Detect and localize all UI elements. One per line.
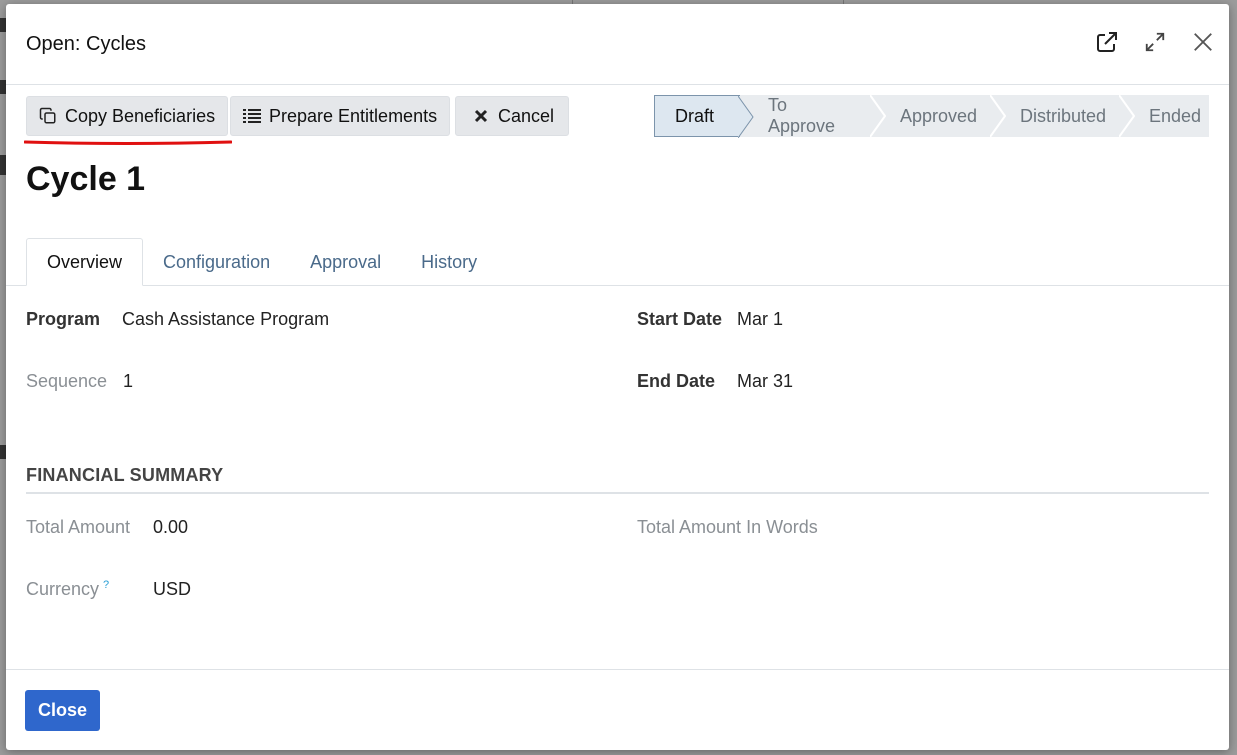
expand-icon[interactable] <box>1143 30 1167 54</box>
list-icon <box>243 107 261 125</box>
cancel-label: Cancel <box>498 105 555 126</box>
copy-icon <box>39 107 57 125</box>
sequence-value: 1 <box>123 371 134 391</box>
total-amount-value: 0.00 <box>153 517 189 537</box>
status-toolbar: Copy Beneficiaries Prepare Entitlements <box>6 86 1229 145</box>
close-icon[interactable] <box>1191 30 1215 54</box>
tab-bar: Overview Configuration Approval History <box>6 238 1229 286</box>
stage-label: To Approve <box>768 95 836 136</box>
prepare-entitlements-label: Prepare Entitlements <box>269 105 438 126</box>
currency-label: Currency <box>26 579 100 599</box>
financial-summary-title: FINANCIAL SUMMARY <box>26 465 224 485</box>
stage-label: Draft <box>675 105 715 126</box>
dialog-footer: Close <box>6 669 1229 750</box>
field-total-amount: Total Amount 0.00 <box>26 517 188 538</box>
program-label: Program <box>26 309 101 329</box>
field-end-date: End Date Mar 31 <box>637 371 793 392</box>
currency-label-wrap: Currency? <box>26 579 153 600</box>
x-icon <box>472 107 490 125</box>
dialog-header: Open: Cycles <box>6 4 1229 85</box>
stage-chevron <box>870 95 886 137</box>
external-link-icon[interactable] <box>1095 30 1119 54</box>
close-button[interactable]: Close <box>25 690 101 731</box>
stage-approved[interactable]: Approved <box>872 95 1006 137</box>
currency-value[interactable]: USD <box>153 579 191 600</box>
field-total-words: Total Amount In Words <box>637 517 818 538</box>
copy-beneficiaries-button[interactable]: Copy Beneficiaries <box>26 96 229 136</box>
header-icons <box>1095 30 1215 54</box>
start-date-value[interactable]: Mar 1 <box>737 309 783 330</box>
record-title: Cycle 1 <box>26 160 146 198</box>
annotation-underline <box>24 140 232 145</box>
dialog: Open: Cycles Copy Beneficiaries Prepare … <box>6 4 1229 750</box>
sequence-label: Sequence <box>26 371 108 391</box>
stage-chevron <box>1119 95 1135 137</box>
dialog-title: Open: Cycles <box>26 32 147 55</box>
stage-label: Approved <box>900 105 978 126</box>
end-date-label: End Date <box>637 371 716 391</box>
stage-label: Distributed <box>1020 105 1107 126</box>
stage-label: Ended <box>1149 105 1202 126</box>
tab-approval[interactable]: Approval <box>290 238 401 286</box>
tab-configuration[interactable]: Configuration <box>143 238 290 286</box>
total-amount-label: Total Amount <box>26 517 131 537</box>
help-icon[interactable]: ? <box>103 579 109 591</box>
field-program: Program Cash Assistance Program <box>26 309 329 330</box>
tab-overview[interactable]: Overview <box>26 238 144 286</box>
stage-chevron <box>738 96 754 138</box>
field-sequence: Sequence 1 <box>26 371 133 392</box>
start-date-label: Start Date <box>637 309 723 329</box>
field-currency: Currency? USD <box>26 579 191 600</box>
stage-distributed[interactable]: Distributed <box>992 95 1135 137</box>
total-words-label: Total Amount In Words <box>637 517 818 537</box>
field-start-date: Start Date Mar 1 <box>637 309 783 330</box>
prepare-entitlements-button[interactable]: Prepare Entitlements <box>230 96 451 136</box>
cancel-button[interactable]: Cancel <box>455 96 570 136</box>
stage-bar: Draft To Approve Approved Distributed En… <box>654 95 1209 138</box>
copy-beneficiaries-label: Copy Beneficiaries <box>65 105 216 126</box>
program-value[interactable]: Cash Assistance Program <box>122 309 329 330</box>
end-date-value[interactable]: Mar 31 <box>737 371 793 392</box>
stage-to-approve[interactable]: To Approve <box>740 95 886 137</box>
stage-chevron <box>990 95 1006 137</box>
tab-history[interactable]: History <box>401 238 497 286</box>
stage-draft[interactable]: Draft <box>654 95 754 138</box>
section-divider <box>26 492 1209 494</box>
